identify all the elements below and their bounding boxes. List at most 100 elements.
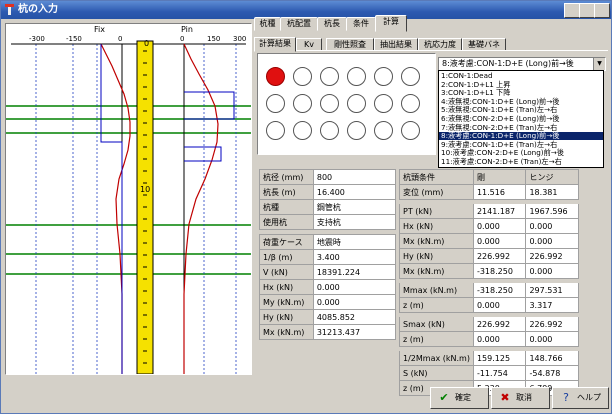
load-case-combo[interactable]: 8:液考慮:CON-1:D+E (Long)前→後 ▼ xyxy=(438,57,606,71)
chevron-down-icon[interactable]: ▼ xyxy=(593,58,605,70)
pin-moment-curve xyxy=(183,43,219,374)
table-row: My (kN.m) 0.000 xyxy=(259,294,397,310)
row-label: z (m) xyxy=(399,297,474,313)
load-case-option[interactable]: 11:液考慮:CON-2:D+E (Tran)左→右 xyxy=(439,158,603,166)
row-value: 支持杭 xyxy=(312,214,397,230)
row-value: -11.754 xyxy=(472,365,527,381)
pile-circle[interactable] xyxy=(347,121,366,140)
ok-button[interactable]: ✔ 確定 xyxy=(430,387,489,409)
tab-pile-length[interactable]: 杭長 xyxy=(317,17,347,31)
row-value: 18391.224 xyxy=(312,264,397,280)
row-value: 0.000 xyxy=(525,218,579,234)
row-label: 1/2Mmax (kN.m) xyxy=(399,350,474,366)
depth-profile-chart: 0 10 Fix Pin -300 -150 0 0 150 300 xyxy=(5,23,252,375)
pile-circle[interactable] xyxy=(320,67,339,86)
pile-circle[interactable] xyxy=(266,94,285,113)
vertical-gridlines xyxy=(35,44,237,374)
ok-label: 確定 xyxy=(455,393,471,402)
pile-circle[interactable] xyxy=(401,121,420,140)
row-value: 1967.596 xyxy=(525,203,579,219)
load-case-option[interactable]: 8:液考慮:CON-1:D+E (Long)前→後 xyxy=(439,132,603,141)
row-label: Mx (kN.m) xyxy=(399,233,474,249)
pile-circle[interactable] xyxy=(320,121,339,140)
pile-circle[interactable] xyxy=(374,94,393,113)
subtab-calc-results[interactable]: 計算結果 xyxy=(254,37,296,52)
help-label: ヘルプ(H) xyxy=(577,393,601,402)
table-row: z (m) 0.000 0.000 xyxy=(399,331,579,347)
table-row: 1/2Mmax (kN.m) 159.125 148.766 xyxy=(399,350,579,366)
close-button[interactable] xyxy=(594,3,610,18)
pile-circle[interactable] xyxy=(374,121,393,140)
table-row: 杭径 (mm) 800 xyxy=(259,169,397,185)
pile-circle[interactable] xyxy=(401,67,420,86)
pile-circle[interactable] xyxy=(293,94,312,113)
row-value: 0.000 xyxy=(525,263,579,279)
pile-circle[interactable] xyxy=(347,67,366,86)
load-case-selected: 8:液考慮:CON-1:D+E (Long)前→後 xyxy=(442,59,574,68)
row-value: 159.125 xyxy=(472,350,527,366)
pin-tick-label: 150 xyxy=(207,35,220,43)
row-label: Hx (kN) xyxy=(259,279,314,295)
depth-label-10: 10 xyxy=(140,185,150,194)
row-value: 31213.437 xyxy=(312,324,397,340)
row-value: 297.531 xyxy=(525,282,579,298)
load-case-option[interactable]: 1:CON-1:Dead xyxy=(439,72,603,80)
fix-tick-label: -150 xyxy=(66,35,82,43)
table-row: Hy (kN) 226.992 226.992 xyxy=(399,248,579,264)
pile-circle[interactable] xyxy=(293,121,312,140)
pin-tick-label: 0 xyxy=(180,35,184,43)
row-value: 0.000 xyxy=(312,279,397,295)
fix-shear-diagram xyxy=(100,44,123,374)
pile-circle-selected[interactable] xyxy=(266,67,285,86)
table-row: Smax (kN) 226.992 226.992 xyxy=(399,316,579,332)
row-label: Mx (kN.m) xyxy=(399,263,474,279)
pile-input-window: 杭の入力 0 10 Fix Pin -300 -150 0 0 150 300 … xyxy=(0,0,612,414)
row-value: 226.992 xyxy=(472,248,527,264)
table-row: 変位 (mm) 11.516 18.381 xyxy=(399,184,579,200)
maximize-button[interactable] xyxy=(579,3,595,18)
load-case-option[interactable]: 3:CON-1:D+L1 下降 xyxy=(439,89,603,97)
window-title: 杭の入力 xyxy=(18,4,58,15)
load-case-dropdown-list: 1:CON-1:Dead 2:CON-1:D+L1 上昇 3:CON-1:D+L1 … xyxy=(438,70,604,168)
table-row: 荷重ケース 地震時 xyxy=(259,234,397,250)
pile-circle[interactable] xyxy=(347,94,366,113)
results-header-row: 杭頭条件剛ヒンジ xyxy=(399,169,579,185)
tab-conditions[interactable]: 条件 xyxy=(346,17,376,31)
row-label: S (kN) xyxy=(399,365,474,381)
cancel-label: 取消 xyxy=(516,393,532,402)
row-label: Mx (kN.m) xyxy=(259,324,314,340)
row-value: 0.000 xyxy=(312,294,397,310)
row-label: PT (kN) xyxy=(399,203,474,219)
tab-pile-type[interactable]: 杭種 xyxy=(254,17,281,31)
row-value: 0.000 xyxy=(472,233,527,249)
table-row: Mx (kN.m) 0.000 0.000 xyxy=(399,233,579,249)
row-label: 変位 (mm) xyxy=(399,184,474,200)
cancel-button[interactable]: ✖ 取消 xyxy=(491,387,550,409)
row-label: Mmax (kN.m) xyxy=(399,282,474,298)
pile-circle[interactable] xyxy=(293,67,312,86)
table-row: 杭種 鋼管杭 xyxy=(259,199,397,215)
row-value: 18.381 xyxy=(525,184,579,200)
row-label: 1/β (m) xyxy=(259,249,314,265)
pile-circle[interactable] xyxy=(374,67,393,86)
row-value: -318.250 xyxy=(472,282,527,298)
row-label: 使用杭 xyxy=(259,214,314,230)
help-button[interactable]: ? ヘルプ(H) xyxy=(552,387,609,409)
tab-calculation[interactable]: 計算 xyxy=(375,15,407,32)
row-value: 148.766 xyxy=(525,350,579,366)
pile-circle[interactable] xyxy=(320,94,339,113)
tab-pile-layout[interactable]: 杭配置 xyxy=(280,17,318,31)
row-value: 0.000 xyxy=(472,218,527,234)
table-row: Mmax (kN.m) -318.250 297.531 xyxy=(399,282,579,298)
ground-lines xyxy=(6,105,251,275)
table-row: Hx (kN) 0.000 0.000 xyxy=(399,218,579,234)
pile-circle[interactable] xyxy=(266,121,285,140)
minimize-button[interactable] xyxy=(564,3,580,18)
help-question-icon: ? xyxy=(563,391,569,404)
load-case-option[interactable]: 6:液無視:CON-2:D+E (Long)前→後 xyxy=(439,115,603,123)
pile-circle[interactable] xyxy=(401,94,420,113)
column-header: ヒンジ xyxy=(525,169,579,185)
fix-label: Fix xyxy=(94,25,105,34)
table-row: 1/β (m) 3.400 xyxy=(259,249,397,265)
column-header: 杭頭条件 xyxy=(399,169,474,185)
